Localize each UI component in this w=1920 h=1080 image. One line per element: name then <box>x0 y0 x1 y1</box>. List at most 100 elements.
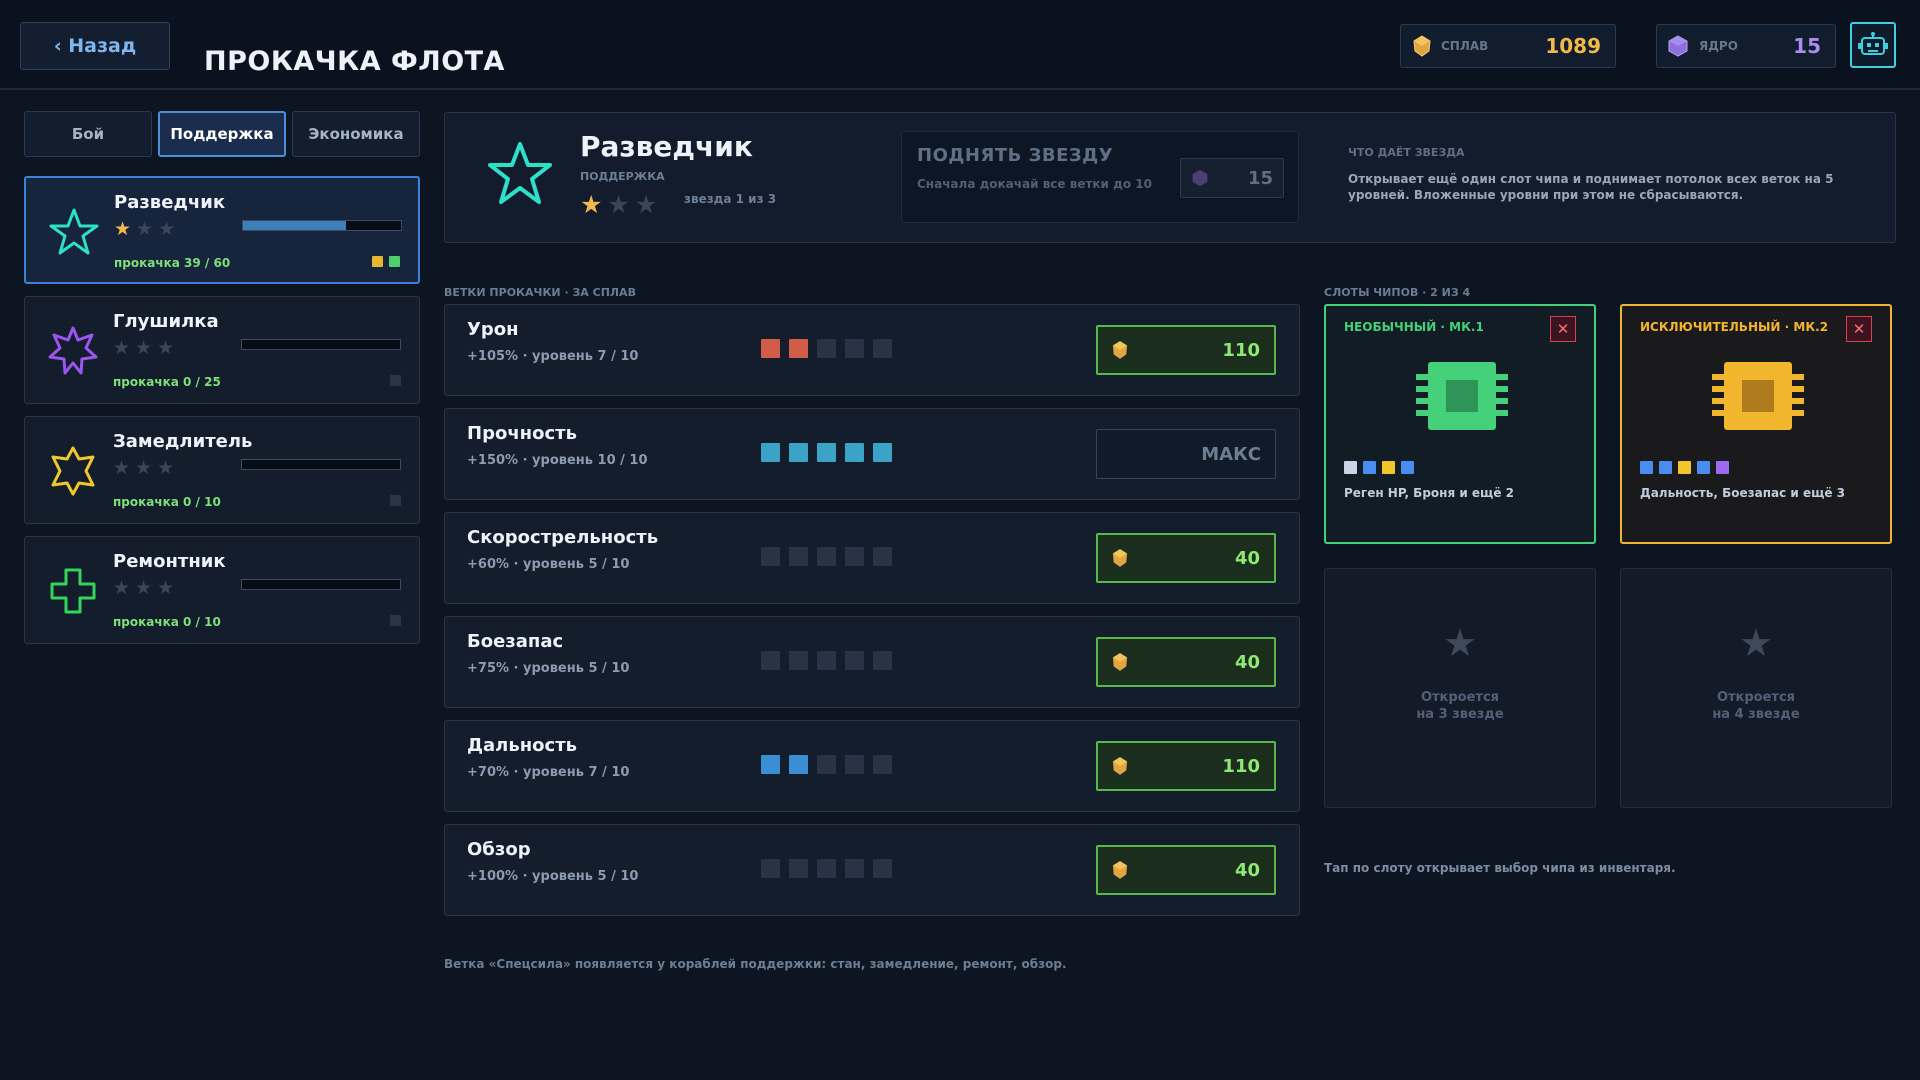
level-segment <box>873 443 892 462</box>
ship-card-slower[interactable]: Замедлитель ★★★ прокачка 0 / 10 <box>24 416 420 524</box>
level-segment <box>845 339 864 358</box>
footnote-text: Ветка «Спецсила» появляется у кораблей п… <box>444 957 1067 971</box>
chip-dot <box>390 615 401 626</box>
level-segment <box>873 859 892 878</box>
branch-max-badge: МАКС <box>1096 429 1276 479</box>
level-segment <box>761 547 780 566</box>
chip-dot <box>390 375 401 386</box>
selected-ship-role: ПОДДЕРЖКА <box>580 170 665 183</box>
star-info-label: ЧТО ДАЁТ ЗВЕЗДА <box>1348 146 1465 159</box>
level-segment <box>845 651 864 670</box>
jammer-icon <box>48 326 98 375</box>
level-segment <box>873 755 892 774</box>
branch-row: Дальность +70% · уровень 7 / 10 110 <box>444 720 1300 812</box>
chip-slot-1[interactable]: НЕОБЫЧНЫЙ · МК.1 ✕ Реген HP, Броня и ещё… <box>1324 304 1596 544</box>
level-segment <box>817 443 836 462</box>
level-segment <box>789 339 808 358</box>
ship-stars: ★★★ <box>113 577 180 599</box>
level-segment <box>845 755 864 774</box>
upgrade-button[interactable]: 40 <box>1096 845 1276 895</box>
ship-name: Ремонтник <box>113 551 226 572</box>
chip-title: ИСКЛЮЧИТЕЛЬНЫЙ · МК.2 <box>1640 320 1829 334</box>
ship-progress-bar <box>241 579 401 590</box>
chip-hint-text: Тап по слоту открывает выбор чипа из инв… <box>1324 861 1676 875</box>
branch-level-text: +60% · уровень 5 / 10 <box>467 557 630 572</box>
level-segment <box>789 859 808 878</box>
locked-slot-text: Откроется на 3 звезде <box>1416 690 1504 722</box>
locked-chip-slot-4[interactable]: ★ Откроется на 4 звезде <box>1620 568 1892 808</box>
branch-level-segments <box>761 755 892 774</box>
remove-chip-button[interactable]: ✕ <box>1846 316 1872 342</box>
ship-card-jammer[interactable]: Глушилка ★★★ прокачка 0 / 25 <box>24 296 420 404</box>
upgrade-button[interactable]: 110 <box>1096 325 1276 375</box>
level-segment <box>845 547 864 566</box>
upgrade-button[interactable]: 110 <box>1096 741 1276 791</box>
chip-dot <box>390 495 401 506</box>
branch-name: Скорострельность <box>467 527 659 548</box>
alloy-icon <box>1112 549 1128 567</box>
core-icon <box>1192 169 1208 187</box>
stat-dot <box>1382 461 1395 474</box>
level-segment <box>761 443 780 462</box>
selected-ship-name: Разведчик <box>580 130 753 163</box>
branch-row: Урон +105% · уровень 7 / 10 110 <box>444 304 1300 396</box>
chip-description: Реген HP, Броня и ещё 2 <box>1344 486 1514 500</box>
branch-row: Прочность +150% · уровень 10 / 10 МАКС <box>444 408 1300 500</box>
branch-level-segments <box>761 339 892 358</box>
branch-name: Прочность <box>467 423 577 444</box>
stat-dot <box>1344 461 1357 474</box>
chip-slot-2[interactable]: ИСКЛЮЧИТЕЛЬНЫЙ · МК.2 ✕ Дальность, Боеза… <box>1620 304 1892 544</box>
branch-row: Скорострельность +60% · уровень 5 / 10 40 <box>444 512 1300 604</box>
chip-dot <box>372 256 383 267</box>
remove-chip-button[interactable]: ✕ <box>1550 316 1576 342</box>
tab-battle[interactable]: Бой <box>24 111 152 157</box>
locked-chip-slot-3[interactable]: ★ Откроется на 3 звезде <box>1324 568 1596 808</box>
upgrade-button[interactable]: 40 <box>1096 533 1276 583</box>
page-title: ПРОКАЧКА ФЛОТА <box>204 46 505 77</box>
star-icon <box>488 142 552 204</box>
back-button[interactable]: ‹ Назад <box>20 22 170 70</box>
tab-support[interactable]: Поддержка <box>158 111 286 157</box>
level-segment <box>789 651 808 670</box>
level-segment <box>789 755 808 774</box>
branch-level-text: +105% · уровень 7 / 10 <box>467 349 639 364</box>
upgrade-cost: 110 <box>1222 339 1260 361</box>
alloy-value: 1089 <box>1545 34 1601 58</box>
ship-chip-dots <box>372 256 400 267</box>
ship-progress-bar <box>241 339 401 350</box>
ship-name: Разведчик <box>114 192 226 213</box>
upgrade-cost: 40 <box>1234 859 1260 881</box>
star-icon <box>49 208 99 255</box>
core-currency: ЯДРО 15 <box>1656 24 1836 68</box>
branch-row: Обзор +100% · уровень 5 / 10 40 <box>444 824 1300 916</box>
ship-name: Глушилка <box>113 311 219 332</box>
branch-level-segments <box>761 859 892 878</box>
chip-icon <box>1416 362 1508 430</box>
stat-dot <box>1640 461 1653 474</box>
core-value: 15 <box>1793 34 1821 58</box>
branch-name: Дальность <box>467 735 578 756</box>
upgrade-cost: 110 <box>1222 755 1260 777</box>
alloy-currency: СПЛАВ 1089 <box>1400 24 1616 68</box>
branch-level-text: +100% · уровень 5 / 10 <box>467 869 639 884</box>
slower-icon <box>51 446 95 496</box>
alloy-icon <box>1413 35 1431 57</box>
ship-card-scout[interactable]: Разведчик ★★★ прокачка 39 / 60 <box>24 176 420 284</box>
chip-dot <box>389 256 400 267</box>
robot-icon[interactable] <box>1850 22 1896 68</box>
chip-icon <box>1712 362 1804 430</box>
star-info-text: Открывает ещё один слот чипа и поднимает… <box>1348 172 1834 202</box>
locked-star-icon: ★ <box>1738 621 1774 665</box>
stat-dot <box>1678 461 1691 474</box>
stat-dot <box>1697 461 1710 474</box>
ship-chip-dots <box>390 495 401 506</box>
ship-stars: ★★★ <box>113 337 180 359</box>
branch-level-text: +150% · уровень 10 / 10 <box>467 453 648 468</box>
locked-slot-text: Откроется на 4 звезде <box>1712 690 1800 722</box>
ship-chip-dots <box>390 375 401 386</box>
upgrade-button[interactable]: 40 <box>1096 637 1276 687</box>
tab-economy[interactable]: Экономика <box>292 111 420 157</box>
branch-level-text: +75% · уровень 5 / 10 <box>467 661 630 676</box>
ship-card-repair[interactable]: Ремонтник ★★★ прокачка 0 / 10 <box>24 536 420 644</box>
branch-level-segments <box>761 443 892 462</box>
